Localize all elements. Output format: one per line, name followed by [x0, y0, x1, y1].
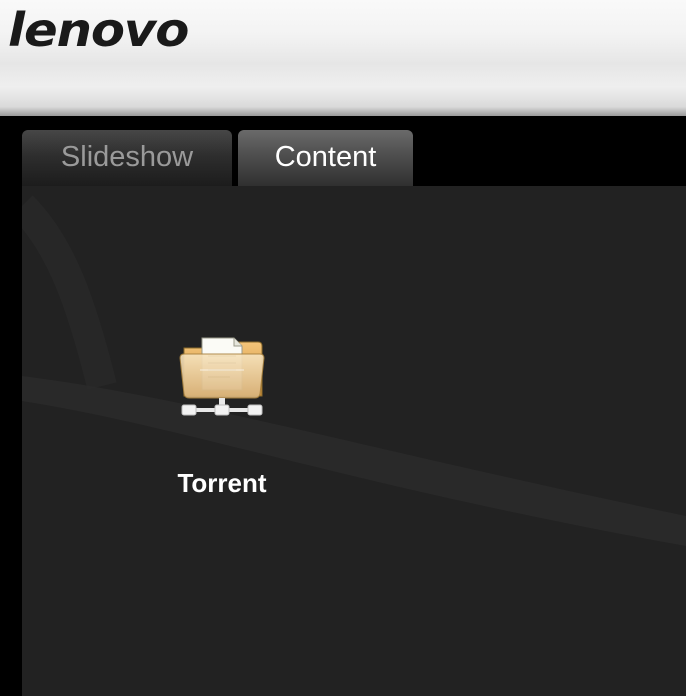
tab-slideshow[interactable]: Slideshow — [22, 130, 232, 186]
left-border — [0, 188, 22, 696]
header-bar: lenovo — [0, 0, 686, 116]
tab-content[interactable]: Content — [238, 130, 413, 186]
content-panel: Torrent — [22, 186, 686, 696]
content-item-label: Torrent — [177, 468, 267, 498]
network-folder-icon — [179, 337, 265, 416]
content-item-torrent[interactable]: Torrent — [166, 336, 278, 506]
background-swoosh — [22, 195, 686, 546]
lenovo-logo: lenovo — [8, 3, 189, 57]
